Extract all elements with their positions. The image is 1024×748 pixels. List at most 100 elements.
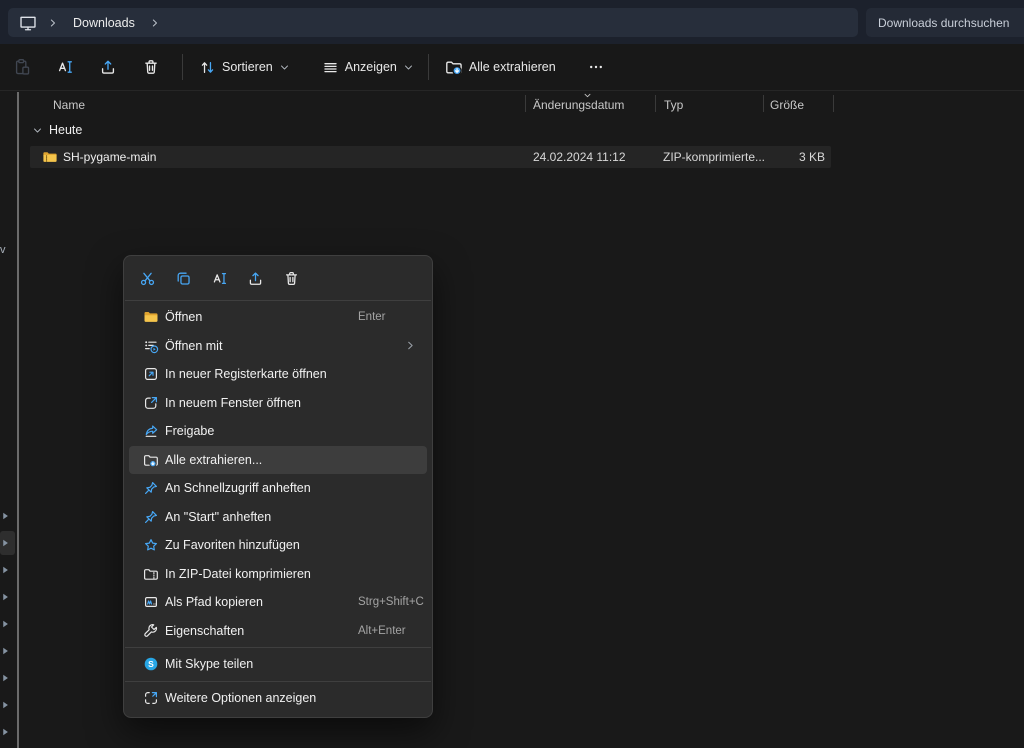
star-icon [143, 537, 159, 553]
view-button[interactable]: Anzeigen [314, 50, 422, 84]
share-icon [99, 58, 117, 76]
menu-item-shortcut: Alt+Enter [358, 625, 406, 637]
menu-item-in-zip-datei-komprimieren[interactable]: In ZIP-Datei komprimieren [129, 560, 427, 589]
menu-item-label: Alle extrahieren... [165, 453, 262, 467]
sort-label: Sortieren [222, 60, 273, 74]
menu-item-mit-skype-teilen[interactable]: SMit Skype teilen [129, 650, 427, 679]
menu-separator [125, 300, 431, 301]
title-bar: Downloads Downloads durchsuchen [0, 0, 1024, 44]
freigabe-icon [143, 423, 159, 439]
share-icon [247, 270, 264, 287]
menu-item-label: Öffnen [165, 310, 202, 324]
tree-expand-chevron-icon[interactable] [1, 672, 13, 684]
column-headers: Name Änderungsdatum Typ Größe [18, 92, 1024, 116]
paste-icon [13, 58, 31, 76]
extract-icon [445, 58, 463, 76]
paste-button[interactable] [4, 50, 40, 84]
menu-item-weitere-optionen-anzeigen[interactable]: Weitere Optionen anzeigen [129, 684, 427, 713]
group-header-heute[interactable]: Heute [18, 120, 82, 140]
see-more-button[interactable] [578, 50, 614, 84]
menu-item-shortcut: Enter [358, 311, 386, 323]
tree-expand-chevron-icon[interactable] [1, 645, 13, 657]
menu-item-label: In neuer Registerkarte öffnen [165, 367, 327, 381]
column-resize-handle[interactable] [763, 95, 764, 112]
sort-button[interactable]: Sortieren [191, 50, 298, 84]
quick-copy-button[interactable] [167, 264, 199, 294]
column-header-name[interactable]: Name [53, 98, 85, 112]
tree-expand-chevron-icon[interactable] [1, 726, 13, 738]
menu-item-shortcut: Strg+Shift+C [358, 596, 424, 608]
column-header-typ[interactable]: Typ [664, 98, 683, 112]
copypath-icon [143, 594, 159, 610]
tree-expand-chevron-icon[interactable] [1, 591, 13, 603]
menu-item-zu-favoriten-hinzufügen[interactable]: Zu Favoriten hinzufügen [129, 531, 427, 560]
svg-text:S: S [148, 659, 154, 669]
column-resize-handle[interactable] [525, 95, 526, 112]
share-button[interactable] [90, 50, 126, 84]
column-header-änderungsdatum[interactable]: Änderungsdatum [533, 98, 624, 112]
tree-expand-chevron-icon[interactable] [1, 618, 13, 630]
file-row[interactable]: SH-pygame-main 24.02.2024 11:12 ZIP-kompri… [30, 146, 831, 168]
extract-all-button[interactable]: Alle extrahieren [437, 50, 564, 84]
menu-item-in-neuem-fenster-öffnen[interactable]: In neuem Fenster öffnen [129, 389, 427, 418]
menu-item-an-schnellzugriff-anheften[interactable]: An Schnellzugriff anheften [129, 474, 427, 503]
collapse-group-icon[interactable] [32, 125, 43, 136]
tree-expand-chevron-icon[interactable] [1, 699, 13, 711]
menu-item-an-start-anheften[interactable]: An "Start" anheften [129, 503, 427, 532]
this-pc-icon[interactable] [14, 11, 42, 34]
tree-expand-chevron-icon[interactable] [1, 510, 13, 522]
menu-item-freigabe[interactable]: Freigabe [129, 417, 427, 446]
menu-item-alle-extrahieren[interactable]: Alle extrahieren... [129, 446, 427, 475]
zipfolder-icon [143, 566, 159, 582]
tree-expand-chevron-icon[interactable] [1, 564, 13, 576]
search-input[interactable]: Downloads durchsuchen [866, 8, 1024, 37]
command-bar: Sortieren Anzeigen Alle extrahieren [0, 44, 1024, 91]
delete-button[interactable] [133, 50, 169, 84]
column-resize-handle[interactable] [655, 95, 656, 112]
view-icon [322, 59, 339, 76]
menu-item-in-neuer-registerkarte-öffnen[interactable]: In neuer Registerkarte öffnen [129, 360, 427, 389]
column-header-größe[interactable]: Größe [770, 98, 804, 112]
pin-icon [143, 480, 159, 496]
breadcrumb-chevron-icon[interactable] [147, 15, 163, 31]
breadcrumb-item-downloads[interactable]: Downloads [64, 13, 144, 33]
search-placeholder: Downloads durchsuchen [878, 16, 1009, 30]
menu-separator [125, 681, 431, 682]
menu-item-label: Als Pfad kopieren [165, 595, 263, 609]
sort-icon [199, 59, 216, 76]
menu-item-öffnen[interactable]: Öffnen Enter [129, 303, 427, 332]
menu-item-öffnen-mit[interactable]: Öffnen mit [129, 332, 427, 361]
menu-item-eigenschaften[interactable]: EigenschaftenAlt+Enter [129, 617, 427, 646]
group-label: Heute [49, 123, 82, 137]
rename-button[interactable] [47, 50, 83, 84]
view-label: Anzeigen [345, 60, 397, 74]
toolbar-divider [428, 54, 429, 80]
wrench-icon [143, 623, 159, 639]
navigation-pane-edge: v [0, 92, 17, 748]
more-icon [588, 59, 604, 75]
rename-icon [211, 270, 228, 287]
chevron-down-icon [403, 62, 414, 73]
quick-delete-button[interactable] [275, 264, 307, 294]
menu-item-label: Zu Favoriten hinzufügen [165, 538, 300, 552]
menu-item-als-pfad-kopieren[interactable]: Als Pfad kopieren Strg+Shift+C [129, 588, 427, 617]
quick-rename-button[interactable] [203, 264, 235, 294]
breadcrumb-chevron-icon[interactable] [45, 15, 61, 31]
quick-cut-button[interactable] [131, 264, 163, 294]
address-bar[interactable]: Downloads [8, 8, 858, 37]
content-area: v Name Änderungsdatum Typ Größe Heute SH-py… [0, 92, 1024, 748]
quick-share-button[interactable] [239, 264, 271, 294]
menu-item-label: Öffnen mit [165, 339, 222, 353]
menu-item-label: An Schnellzugriff anheften [165, 481, 311, 495]
delete-icon [142, 58, 160, 76]
column-resize-handle[interactable] [833, 95, 834, 112]
menu-item-label: In neuem Fenster öffnen [165, 396, 301, 410]
menu-separator [125, 647, 431, 648]
tree-expand-chevron-icon[interactable] [1, 537, 13, 549]
file-name: SH-pygame-main [63, 150, 156, 164]
openwith-icon [143, 338, 159, 354]
copy-icon [175, 270, 192, 287]
file-date: 24.02.2024 11:12 [533, 150, 626, 164]
file-type: ZIP-komprimierte... [663, 150, 765, 164]
extract-label: Alle extrahieren [469, 60, 556, 74]
